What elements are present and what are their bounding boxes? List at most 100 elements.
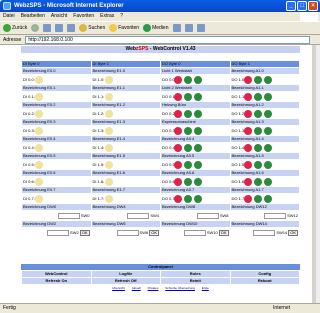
off-button[interactable] [174,177,182,186]
toggle-button[interactable] [263,75,272,84]
off-button[interactable] [243,160,252,169]
media-button[interactable]: Medien [143,24,169,32]
refresh-off-link[interactable]: Refresh Off [90,277,161,285]
toggle-button[interactable] [194,143,202,152]
on-button[interactable] [184,194,192,203]
on-button[interactable] [184,109,192,118]
footer-link[interactable]: Schreibe Übersetzung [165,286,195,290]
off-button[interactable] [174,194,182,203]
off-button[interactable] [243,143,252,152]
refresh-button[interactable] [55,24,64,32]
vertical-scrollbar[interactable] [316,45,320,303]
toggle-button[interactable] [194,92,202,101]
toggle-button[interactable] [194,126,202,135]
word-value-input[interactable] [253,229,276,236]
off-button[interactable] [174,143,182,152]
word-value-input[interactable] [47,229,70,236]
menu-help[interactable]: ? [120,12,123,21]
toggle-button[interactable] [263,92,272,101]
menu-bearbeiten[interactable]: Bearbeiten [21,12,45,21]
footer-link[interactable]: Ende [202,286,209,290]
config-link[interactable]: Config [229,270,300,278]
off-button[interactable] [174,126,182,135]
on-button[interactable] [184,75,192,84]
toggle-button[interactable] [194,160,202,169]
toggle-button[interactable] [263,160,272,169]
toggle-button[interactable] [263,194,272,203]
toggle-button[interactable] [194,194,202,203]
ok-button[interactable]: OK [218,229,229,236]
word-value-input[interactable] [57,212,80,219]
menu-extras[interactable]: Extras [100,12,114,21]
footer-links: Übersicht Aktuell Privates Schreibe Über… [21,286,300,290]
toggle-button[interactable] [194,109,202,118]
toggle-button[interactable] [263,177,272,186]
reboot-link[interactable]: Reboot [229,277,300,285]
maximize-button[interactable]: □ [297,1,307,11]
footer-link[interactable]: Übersicht [112,286,125,290]
io-cell: DI 0.4: [21,142,92,153]
back-label: Zurück [12,25,28,31]
on-button[interactable] [253,109,262,118]
toggle-button[interactable] [263,126,272,135]
ok-button[interactable]: OK [79,229,90,236]
off-button[interactable] [243,126,252,135]
logfile-link[interactable]: Logfile [90,270,161,278]
off-button[interactable] [174,92,182,101]
off-button[interactable] [243,177,252,186]
toggle-button[interactable] [263,143,272,152]
on-button[interactable] [253,126,262,135]
reinit-link[interactable]: Reinit [160,277,231,285]
menu-datei[interactable]: Datei [3,12,15,21]
io-address: DI 0.5: [23,161,35,167]
footer-link[interactable]: Aktuell [132,286,141,290]
search-button[interactable]: Suchen [79,24,105,32]
menu-favoriten[interactable]: Favoriten [73,12,94,21]
off-button[interactable] [174,160,182,169]
on-button[interactable] [184,126,192,135]
footer-link[interactable]: Privates [148,286,159,290]
rules-link[interactable]: Rules [160,270,231,278]
off-button[interactable] [243,109,252,118]
ok-button[interactable]: OK [149,229,159,236]
on-button[interactable] [184,92,192,101]
word-value-input[interactable] [264,212,287,219]
toggle-button[interactable] [194,177,202,186]
back-button[interactable]: Zurück [3,24,27,32]
on-button[interactable] [253,177,262,186]
toggle-button[interactable] [194,75,202,84]
mail-button[interactable] [184,24,193,32]
menu-ansicht[interactable]: Ansicht [51,12,67,21]
word-value-input[interactable] [196,212,219,219]
on-button[interactable] [184,143,192,152]
off-button[interactable] [174,109,182,118]
on-button[interactable] [253,75,262,84]
print-button[interactable] [196,24,205,32]
home-button[interactable] [67,24,76,32]
favorites-button[interactable]: Favoriten [109,24,139,32]
off-button[interactable] [174,75,182,84]
word-value-input[interactable] [183,229,206,236]
word-value-input[interactable] [116,229,139,236]
on-button[interactable] [253,160,262,169]
off-button[interactable] [243,194,252,203]
ok-button[interactable]: OK [288,229,298,236]
refresh-on-link[interactable]: Refresh On [21,277,92,285]
webcontrol-link[interactable]: WebControl [21,270,92,278]
toggle-button[interactable] [263,109,272,118]
close-button[interactable]: × [308,1,318,11]
address-input[interactable] [25,35,311,44]
on-button[interactable] [253,143,262,152]
on-button[interactable] [253,194,262,203]
forward-button[interactable] [31,24,40,32]
window-titlebar: WebzSPS - Microsoft Internet Explorer _ … [0,0,320,12]
off-button[interactable] [243,75,252,84]
on-button[interactable] [184,160,192,169]
on-button[interactable] [184,177,192,186]
minimize-button[interactable]: _ [286,1,296,11]
off-button[interactable] [243,92,252,101]
history-button[interactable] [172,24,181,32]
on-button[interactable] [253,92,262,101]
stop-button[interactable] [43,24,52,32]
word-value-input[interactable] [127,212,150,219]
